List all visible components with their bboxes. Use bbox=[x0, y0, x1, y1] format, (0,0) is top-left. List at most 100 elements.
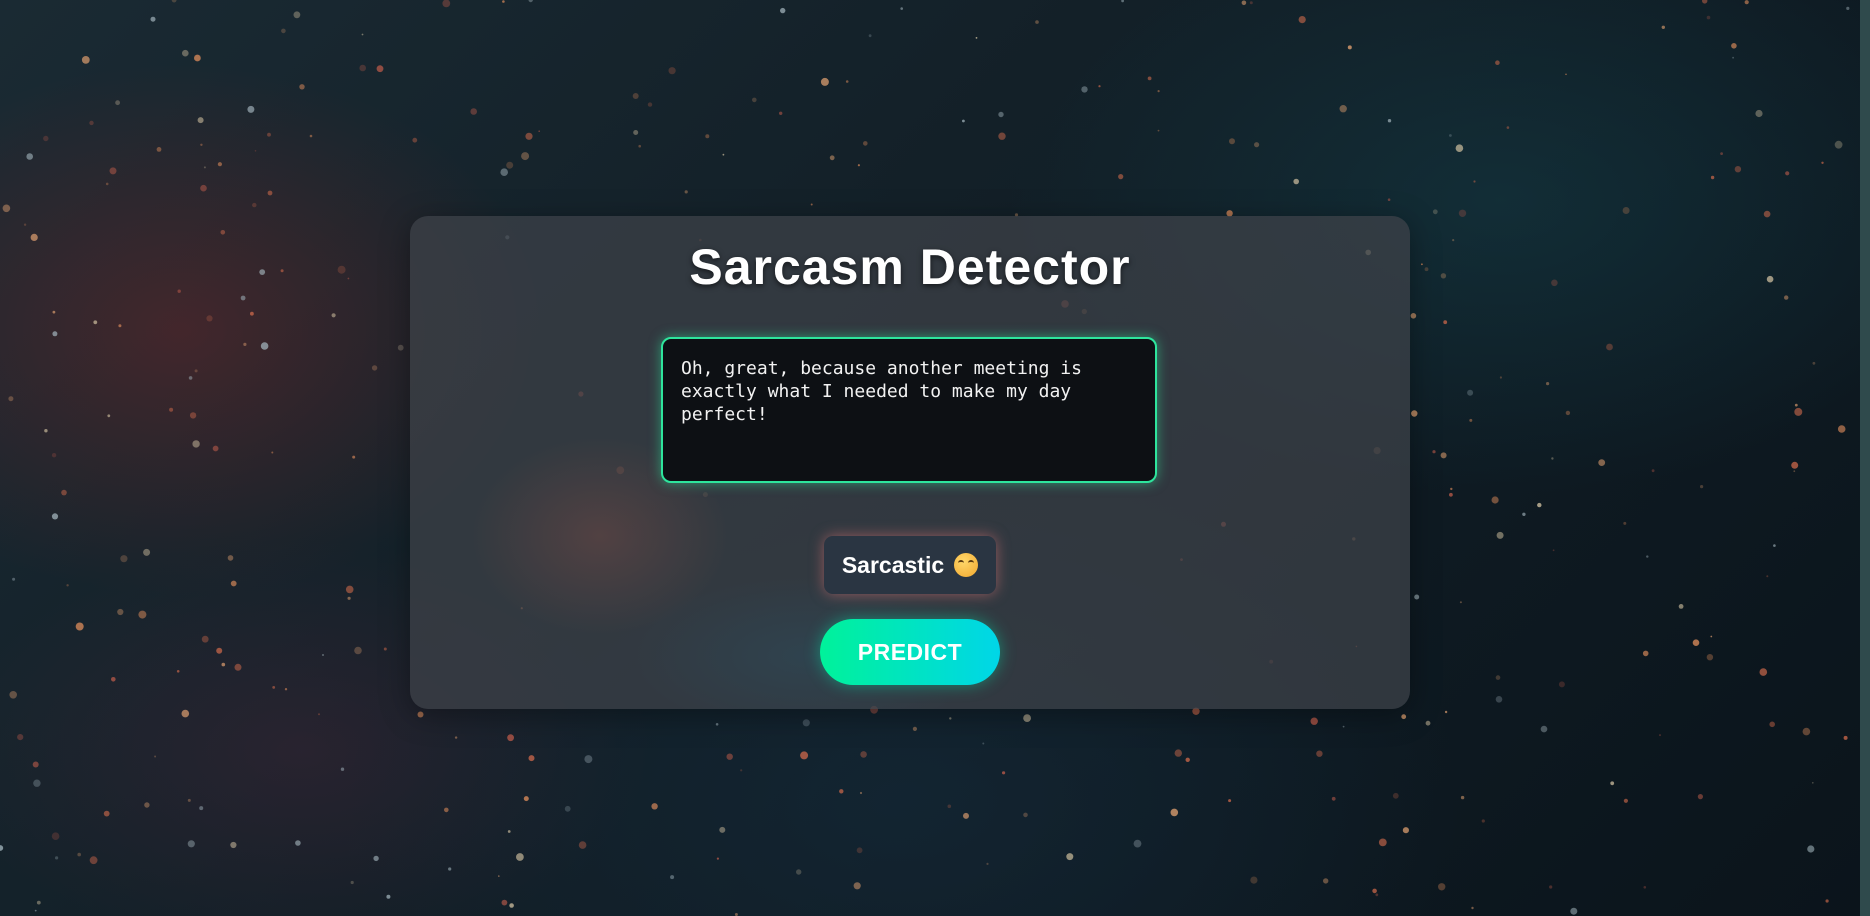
bokeh-particle bbox=[839, 789, 844, 794]
bokeh-particle bbox=[564, 805, 571, 812]
bokeh-particle bbox=[383, 647, 387, 651]
bokeh-particle bbox=[498, 875, 500, 877]
bokeh-particle bbox=[779, 111, 783, 116]
bokeh-particle bbox=[1375, 893, 1379, 897]
bokeh-particle bbox=[188, 376, 193, 380]
bokeh-particle bbox=[578, 841, 587, 849]
bokeh-particle bbox=[1825, 899, 1829, 903]
bokeh-particle bbox=[1293, 178, 1299, 185]
bokeh-particle bbox=[1710, 635, 1713, 638]
bokeh-particle bbox=[36, 900, 41, 905]
bokeh-particle bbox=[33, 779, 41, 787]
bokeh-particle bbox=[352, 455, 356, 459]
bokeh-particle bbox=[800, 751, 809, 760]
bokeh-particle bbox=[373, 855, 379, 862]
bokeh-particle bbox=[1133, 839, 1142, 848]
bokeh-particle bbox=[1121, 0, 1124, 3]
bokeh-particle bbox=[962, 119, 965, 123]
bokeh-particle bbox=[1769, 721, 1775, 728]
bokeh-particle bbox=[1821, 161, 1824, 164]
bokeh-particle bbox=[853, 882, 861, 890]
bokeh-particle bbox=[982, 742, 985, 745]
bokeh-particle bbox=[337, 265, 346, 274]
bokeh-particle bbox=[1316, 750, 1323, 757]
bokeh-particle bbox=[444, 807, 449, 813]
predict-button[interactable]: PREDICT bbox=[820, 619, 1000, 685]
bokeh-particle bbox=[829, 155, 835, 161]
bokeh-particle bbox=[810, 203, 813, 206]
bokeh-particle bbox=[103, 810, 110, 817]
bokeh-particle bbox=[331, 313, 336, 318]
bokeh-particle bbox=[8, 396, 14, 402]
bokeh-particle bbox=[1843, 735, 1848, 740]
bokeh-particle bbox=[1763, 210, 1771, 218]
bokeh-particle bbox=[66, 584, 69, 587]
bokeh-particle bbox=[740, 769, 743, 772]
bokeh-particle bbox=[194, 54, 201, 62]
bokeh-particle bbox=[912, 726, 918, 732]
bokeh-particle bbox=[2, 204, 11, 213]
bokeh-particle bbox=[1249, 1, 1253, 5]
bokeh-particle bbox=[632, 93, 639, 99]
bokeh-particle bbox=[1522, 512, 1526, 516]
scrollbar-track[interactable] bbox=[1860, 0, 1870, 916]
bokeh-particle bbox=[1459, 601, 1462, 604]
bokeh-particle bbox=[30, 233, 38, 241]
bokeh-particle bbox=[509, 903, 514, 908]
bokeh-particle bbox=[1066, 853, 1074, 861]
bokeh-particle bbox=[1458, 209, 1467, 217]
bokeh-particle bbox=[1642, 650, 1649, 657]
bokeh-particle bbox=[0, 845, 4, 851]
bokeh-particle bbox=[1481, 819, 1485, 823]
bokeh-particle bbox=[448, 867, 452, 871]
bokeh-particle bbox=[345, 585, 354, 594]
bokeh-particle bbox=[17, 734, 24, 741]
bokeh-particle bbox=[1241, 0, 1247, 6]
bokeh-particle bbox=[1606, 343, 1613, 351]
bokeh-particle bbox=[1473, 180, 1476, 183]
bokeh-particle bbox=[1438, 883, 1446, 891]
bokeh-particle bbox=[1540, 725, 1548, 733]
bokeh-particle bbox=[23, 223, 27, 226]
bokeh-particle bbox=[726, 753, 733, 760]
bokeh-particle bbox=[216, 647, 223, 654]
bokeh-particle bbox=[501, 899, 508, 906]
bokeh-particle bbox=[705, 134, 710, 139]
bokeh-particle bbox=[1411, 410, 1418, 417]
bokeh-particle bbox=[1378, 838, 1387, 847]
bokeh-particle bbox=[144, 802, 150, 808]
bokeh-particle bbox=[1443, 320, 1448, 325]
bokeh-particle bbox=[9, 691, 17, 699]
bokeh-particle bbox=[506, 161, 514, 169]
bokeh-particle bbox=[454, 736, 458, 739]
bokeh-particle bbox=[1450, 487, 1453, 491]
bokeh-particle bbox=[1610, 781, 1615, 786]
bokeh-particle bbox=[1732, 56, 1734, 59]
bokeh-particle bbox=[221, 662, 226, 667]
bokeh-particle bbox=[1449, 492, 1453, 497]
bokeh-particle bbox=[156, 147, 162, 152]
bokeh-particle bbox=[281, 28, 286, 34]
bokeh-particle bbox=[442, 0, 451, 8]
bokeh-particle bbox=[500, 168, 509, 176]
sentence-input[interactable]: Oh, great, because another meeting is ex… bbox=[661, 337, 1157, 483]
bokeh-particle bbox=[1460, 795, 1465, 800]
bokeh-particle bbox=[105, 182, 109, 186]
bokeh-particle bbox=[417, 711, 424, 718]
bokeh-particle bbox=[1098, 85, 1101, 88]
bokeh-particle bbox=[361, 33, 364, 36]
bokeh-particle bbox=[507, 830, 511, 833]
bokeh-particle bbox=[376, 65, 384, 73]
bokeh-particle bbox=[1812, 361, 1816, 365]
bokeh-particle bbox=[863, 141, 868, 146]
bokeh-particle bbox=[1229, 138, 1235, 145]
bokeh-particle bbox=[412, 137, 418, 143]
bokeh-particle bbox=[371, 365, 378, 371]
bokeh-particle bbox=[138, 610, 147, 619]
bokeh-particle bbox=[1766, 575, 1769, 578]
bokeh-particle bbox=[347, 596, 351, 600]
bokeh-particle bbox=[1467, 389, 1474, 396]
bokeh-particle bbox=[1452, 239, 1455, 242]
bokeh-particle bbox=[1659, 734, 1661, 737]
bokeh-particle bbox=[120, 555, 128, 563]
